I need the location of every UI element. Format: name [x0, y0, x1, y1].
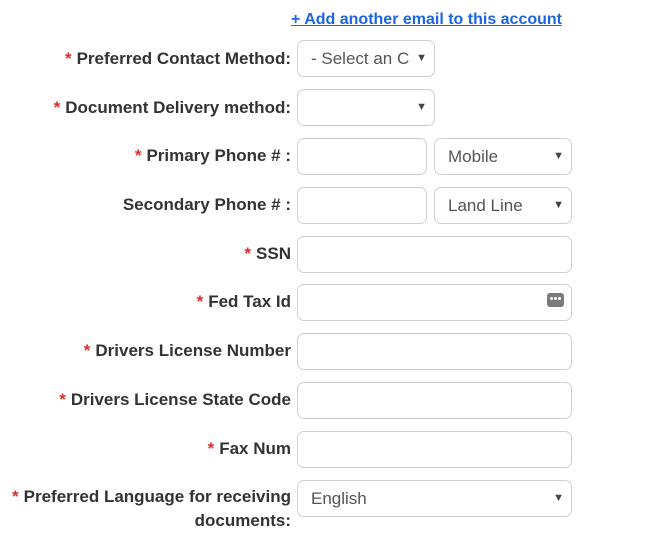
add-email-link[interactable]: + Add another email to this account: [291, 10, 562, 30]
drivers-license-state-input[interactable]: [297, 382, 572, 419]
required-marker: *: [244, 244, 252, 263]
preferred-language-label: * Preferred Language for receiving docume…: [1, 485, 291, 533]
required-marker: *: [134, 146, 142, 165]
required-marker: *: [59, 390, 66, 409]
required-marker: *: [53, 98, 61, 117]
chevron-down-icon: ▼: [416, 52, 427, 64]
preferred-language-select[interactable]: English ▼: [297, 480, 572, 517]
chevron-down-icon: ▼: [553, 150, 564, 162]
document-delivery-label: * Document Delivery method:: [54, 96, 291, 120]
chevron-down-icon: ▼: [553, 199, 564, 211]
secondary-phone-label: Secondary Phone # :: [123, 193, 291, 217]
label-text: Preferred Contact Method:: [76, 49, 291, 68]
drivers-license-number-input[interactable]: [297, 333, 572, 370]
selected-value: Land Line: [448, 196, 523, 215]
required-marker: *: [207, 439, 215, 458]
drivers-license-state-label: * Drivers License State Code: [59, 388, 291, 412]
selected-value: English: [311, 489, 367, 508]
password-manager-icon[interactable]: [547, 293, 564, 307]
preferred-contact-method-label: * Preferred Contact Method:: [65, 47, 291, 71]
required-marker: *: [12, 487, 19, 506]
label-text: Document Delivery method:: [65, 98, 291, 117]
fed-tax-id-input[interactable]: [297, 284, 572, 321]
fed-tax-id-field: [297, 284, 572, 321]
secondary-phone-type-select[interactable]: Land Line ▼: [434, 187, 572, 224]
drivers-license-number-label: * Drivers License Number: [84, 339, 291, 363]
label-text: Fed Tax Id: [208, 292, 291, 311]
selected-value: - Select an C: [311, 49, 410, 68]
label-text: Drivers License State Code: [70, 390, 291, 409]
required-marker: *: [64, 49, 72, 68]
primary-phone-type-select[interactable]: Mobile ▼: [434, 138, 572, 175]
label-text: Drivers License Number: [95, 341, 291, 360]
required-marker: *: [196, 292, 204, 311]
chevron-down-icon: ▼: [416, 101, 427, 113]
label-text: Fax Num: [219, 439, 291, 458]
ssn-input[interactable]: [297, 236, 572, 273]
chevron-down-icon: ▼: [553, 492, 564, 504]
required-marker: *: [83, 341, 91, 360]
label-text: Primary Phone # :: [146, 146, 291, 165]
label-text: Secondary Phone # :: [122, 195, 291, 214]
primary-phone-label: * Primary Phone # :: [135, 144, 291, 168]
fax-num-label: * Fax Num: [208, 437, 291, 461]
preferred-contact-method-select[interactable]: - Select an C ▼: [297, 40, 435, 77]
fax-num-input[interactable]: [297, 431, 572, 468]
selected-value: Mobile: [448, 147, 499, 166]
ssn-label: * SSN: [244, 242, 291, 266]
secondary-phone-input[interactable]: [297, 187, 427, 224]
fed-tax-id-label: * Fed Tax Id: [197, 290, 291, 314]
primary-phone-input[interactable]: [297, 138, 427, 175]
label-text: Preferred Language for receiving documen…: [23, 487, 291, 530]
document-delivery-select[interactable]: ▼: [297, 89, 435, 126]
label-text: SSN: [256, 244, 291, 263]
